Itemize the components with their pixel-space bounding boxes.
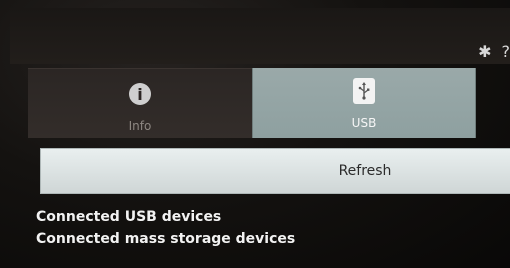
tab-usb[interactable]: USB <box>252 68 476 138</box>
connected-usb-devices-heading: Connected USB devices <box>36 209 222 225</box>
status-icons: ✱ ? <box>478 44 510 60</box>
refresh-button[interactable]: Refresh <box>40 148 510 194</box>
device-screen: ✱ ? i Info USB Refresh Connected USB dev… <box>0 0 510 268</box>
device-sections: Connected USB devices Connected mass sto… <box>36 206 496 250</box>
wifi-icon: ? <box>501 42 510 61</box>
connected-mass-storage-heading: Connected mass storage devices <box>36 231 296 247</box>
refresh-button-label: Refresh <box>338 163 392 179</box>
usb-icon <box>353 78 375 104</box>
tab-usb-label: USB <box>351 116 377 130</box>
bluetooth-icon: ✱ <box>478 42 492 61</box>
tab-bar: i Info USB <box>28 68 476 138</box>
tab-info-label: Info <box>128 119 152 133</box>
tab-info[interactable]: i Info <box>28 68 252 138</box>
status-bar: ✱ ? <box>10 8 510 64</box>
info-icon: i <box>129 83 151 105</box>
